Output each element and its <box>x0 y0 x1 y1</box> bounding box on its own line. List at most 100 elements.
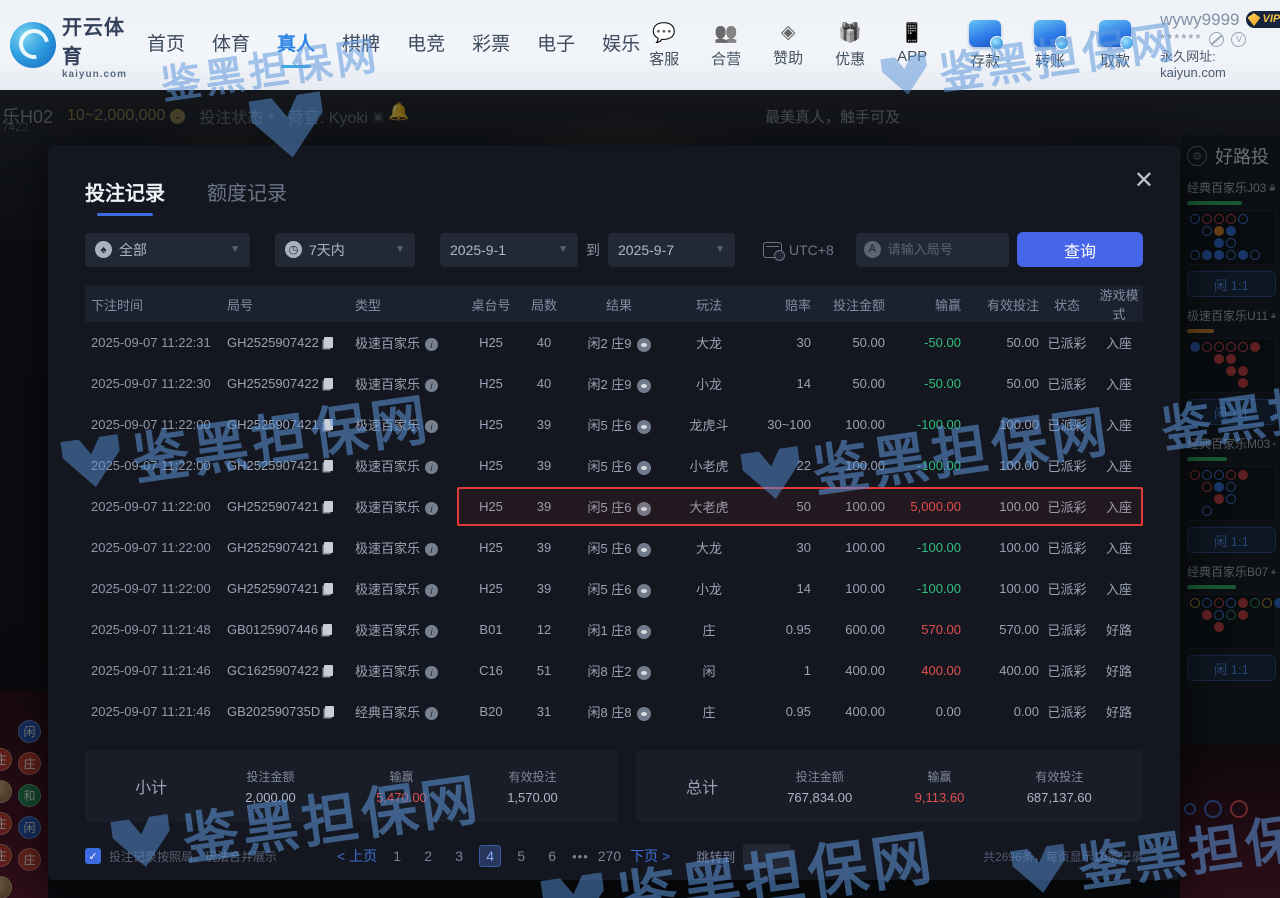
info-icon[interactable]: i <box>425 461 438 474</box>
copy-icon[interactable] <box>324 583 333 594</box>
copy-icon[interactable] <box>324 419 333 430</box>
brand-logo[interactable]: 开云体育 kaiyun.com <box>10 11 125 80</box>
nav-item-彩票[interactable]: 彩票 <box>472 29 510 62</box>
nav-item-电子[interactable]: 电子 <box>537 29 575 62</box>
total-win-value: 9,113.60 <box>915 790 965 805</box>
info-icon[interactable]: i <box>425 707 438 720</box>
eye-icon[interactable] <box>637 420 651 434</box>
query-button[interactable]: 查询 <box>1017 232 1143 267</box>
prev-page-button[interactable]: < 上页 <box>337 846 377 866</box>
date-from-select[interactable]: 2025-9-1 ▼ <box>440 233 578 267</box>
nav-item-娱乐[interactable]: 娱乐 <box>602 29 640 62</box>
quick-links: 💬 客服 👥 合营 ◈ 赞助 🎁 优惠 📱 APP <box>640 21 936 69</box>
table-row[interactable]: 2025-09-07 11:21:46 GB202590735D 经典百家乐i … <box>85 691 1143 732</box>
jump-page-input[interactable] <box>743 844 791 868</box>
copy-icon[interactable] <box>324 460 333 471</box>
info-icon[interactable]: i <box>425 379 438 392</box>
table-row[interactable]: 2025-09-07 11:22:30 GH2525907422 极速百家乐i … <box>85 363 1143 404</box>
tab-额度记录[interactable]: 额度记录 <box>207 177 287 216</box>
game-type-select[interactable]: ♠ 全部 ▼ <box>85 233 250 267</box>
eye-icon[interactable] <box>637 666 651 680</box>
cell-win-loss: -100.00 <box>885 540 961 555</box>
copy-icon[interactable] <box>324 378 333 389</box>
top-navigation-bar: 开云体育 kaiyun.com 首页体育真人棋牌电竞彩票电子娱乐 💬 客服 👥 合… <box>0 0 1280 90</box>
cell-win-loss: 5,000.00 <box>885 499 961 514</box>
wallet-action-取款[interactable]: 取款 <box>1090 20 1140 71</box>
nav-item-棋牌[interactable]: 棋牌 <box>342 29 380 62</box>
eye-icon[interactable] <box>637 379 651 393</box>
table-row[interactable]: 2025-09-07 11:21:48 GB0125907446 极速百家乐i … <box>85 609 1143 650</box>
page-number-270[interactable]: 270 <box>598 845 621 867</box>
table-row[interactable]: 2025-09-07 11:22:00 GH2525907421 极速百家乐i … <box>85 404 1143 445</box>
copy-icon[interactable] <box>324 501 333 512</box>
table-row[interactable]: 2025-09-07 11:22:00 GH2525907421 极速百家乐i … <box>85 527 1143 568</box>
table-row[interactable]: 2025-09-07 11:21:46 GC1625907422 极速百家乐i … <box>85 650 1143 691</box>
info-icon[interactable]: i <box>425 502 438 515</box>
date-to-value: 2025-9-7 <box>618 242 674 258</box>
next-page-button[interactable]: 下页 > <box>630 846 670 866</box>
info-icon[interactable]: i <box>425 666 438 679</box>
pagination: < 上页 123456 ••• 270 下页 > <box>337 845 670 867</box>
cell-round-no: 12 <box>519 622 569 637</box>
table-row[interactable]: 2025-09-07 11:22:00 GH2525907421 极速百家乐i … <box>85 486 1143 527</box>
quick-link-赞助[interactable]: ◈ 赞助 <box>764 21 812 69</box>
info-icon[interactable]: i <box>425 420 438 433</box>
info-icon[interactable]: i <box>425 543 438 556</box>
eye-icon[interactable] <box>637 338 651 352</box>
eye-off-icon[interactable] <box>1209 32 1224 47</box>
column-header: 类型 <box>355 295 463 314</box>
time-range-select[interactable]: ◷ 7天内 ▼ <box>275 233 415 267</box>
page-number-1[interactable]: 1 <box>386 845 408 867</box>
copy-icon[interactable] <box>324 337 333 348</box>
copy-icon[interactable] <box>324 542 333 553</box>
wallet-action-存款[interactable]: 存款 <box>960 20 1010 71</box>
info-icon[interactable]: i <box>425 338 438 351</box>
page-number-3[interactable]: 3 <box>448 845 470 867</box>
column-header: 结果 <box>569 295 669 314</box>
nav-item-电竞[interactable]: 电竞 <box>407 29 445 62</box>
cell-bet-amount: 100.00 <box>811 499 885 514</box>
merge-checkbox[interactable]: ✓ <box>85 848 101 864</box>
column-header: 有效投注 <box>961 295 1039 314</box>
copy-icon[interactable] <box>325 706 334 717</box>
eye-icon[interactable] <box>637 584 651 598</box>
refresh-circle-icon[interactable]: V <box>1231 32 1246 47</box>
page-ellipsis: ••• <box>572 849 589 864</box>
date-to-select[interactable]: 2025-9-7 ▼ <box>608 233 735 267</box>
page-number-2[interactable]: 2 <box>417 845 439 867</box>
quick-link-客服[interactable]: 💬 客服 <box>640 21 688 69</box>
eye-icon[interactable] <box>637 461 651 475</box>
page-number-5[interactable]: 5 <box>510 845 532 867</box>
nav-item-首页[interactable]: 首页 <box>147 29 185 62</box>
eye-icon[interactable] <box>637 502 651 516</box>
copy-icon[interactable] <box>323 624 332 635</box>
cell-game-mode: 入座 <box>1095 497 1143 516</box>
info-icon[interactable]: i <box>425 584 438 597</box>
copy-icon[interactable] <box>324 665 333 676</box>
nav-item-体育[interactable]: 体育 <box>212 29 250 62</box>
table-row[interactable]: 2025-09-07 11:22:00 GH2525907421 极速百家乐i … <box>85 445 1143 486</box>
wallet-action-转账[interactable]: 转账 <box>1025 20 1075 71</box>
page-number-6[interactable]: 6 <box>541 845 563 867</box>
subtotal-win-value: 5,470.00 <box>376 790 427 805</box>
quick-link-优惠[interactable]: 🎁 优惠 <box>826 21 874 69</box>
tab-投注记录[interactable]: 投注记录 <box>85 177 165 216</box>
quick-link-合营[interactable]: 👥 合营 <box>702 21 750 69</box>
cell-result: 闲8 庄8 <box>569 702 669 721</box>
page-number-4[interactable]: 4 <box>479 845 501 867</box>
eye-icon[interactable] <box>637 707 651 721</box>
eye-icon[interactable] <box>637 543 651 557</box>
eye-icon[interactable] <box>637 625 651 639</box>
chat-icon: 💬 <box>652 21 676 45</box>
quick-link-APP[interactable]: 📱 APP <box>888 21 936 69</box>
cell-valid-bet: 100.00 <box>961 581 1039 596</box>
cell-odds: 30~100 <box>749 417 811 432</box>
table-row[interactable]: 2025-09-07 11:22:31 GH2525907422 极速百家乐i … <box>85 322 1143 363</box>
close-icon[interactable]: ✕ <box>1134 169 1154 193</box>
nav-item-真人[interactable]: 真人 <box>277 29 315 62</box>
subtotal-valid-value: 1,570.00 <box>507 790 558 805</box>
info-icon[interactable]: i <box>425 625 438 638</box>
vip-badge: VIP10 <box>1246 11 1280 28</box>
table-row[interactable]: 2025-09-07 11:22:00 GH2525907421 极速百家乐i … <box>85 568 1143 609</box>
cell-round-no: 39 <box>519 417 569 432</box>
